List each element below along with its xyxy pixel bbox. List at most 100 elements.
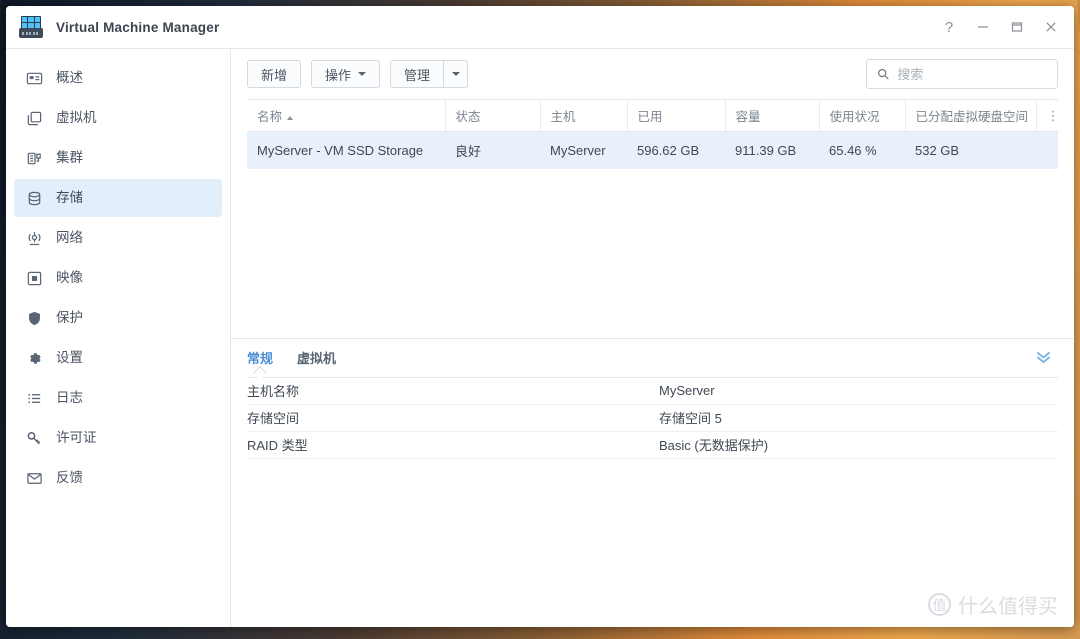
cell-name: MyServer - VM SSD Storage <box>247 132 445 170</box>
vm-icon <box>24 108 44 128</box>
double-chevron-down-icon <box>1035 351 1052 364</box>
search-icon <box>877 67 889 81</box>
column-header-capacity[interactable]: 容量 <box>725 100 819 132</box>
detail-tab-bar: 常规 虚拟机 <box>247 339 1058 377</box>
sidebar-item-protection[interactable]: 保护 <box>14 299 222 337</box>
cell-capacity: 911.39 GB <box>725 132 819 170</box>
watermark: 值 什么值得买 <box>928 590 1058 619</box>
cell-usage: 65.46 % <box>819 132 905 170</box>
sidebar: 概述 虚拟机 <box>6 49 231 627</box>
cluster-icon <box>24 148 44 168</box>
manage-split-button: 管理 <box>390 60 468 88</box>
cell-status: 良好 <box>445 132 540 170</box>
sidebar-item-storage[interactable]: 存储 <box>14 179 222 217</box>
sidebar-item-label: 概述 <box>56 71 83 85</box>
sidebar-item-image[interactable]: 映像 <box>14 259 222 297</box>
sidebar-item-feedback[interactable]: 反馈 <box>14 459 222 497</box>
sort-ascending-icon <box>287 116 293 120</box>
toolbar: 新增 操作 管理 <box>231 49 1074 99</box>
cell-allocated: 532 GB <box>905 132 1036 170</box>
detail-key: 存储空间 <box>247 408 659 427</box>
close-icon <box>1045 21 1057 33</box>
gear-icon <box>24 348 44 368</box>
column-header-used[interactable]: 已用 <box>627 100 725 132</box>
sidebar-item-license[interactable]: 许可证 <box>14 419 222 457</box>
detail-value: 存储空间 5 <box>659 408 722 427</box>
kebab-menu-icon: ⋮ <box>1047 108 1059 123</box>
image-icon <box>24 268 44 288</box>
detail-row: 存储空间 存储空间 5 <box>247 405 1058 432</box>
sidebar-item-network[interactable]: 网络 <box>14 219 222 257</box>
detail-row: RAID 类型 Basic (无数据保护) <box>247 432 1058 459</box>
detail-key: RAID 类型 <box>247 435 659 454</box>
cell-host: MyServer <box>540 132 627 170</box>
search-input[interactable] <box>897 67 1047 82</box>
minimize-icon <box>977 21 989 33</box>
tab-virtual-machine[interactable]: 虚拟机 <box>297 339 336 377</box>
action-dropdown-button[interactable]: 操作 <box>311 60 380 88</box>
sidebar-item-log[interactable]: 日志 <box>14 379 222 417</box>
detail-value: Basic (无数据保护) <box>659 435 768 454</box>
manage-button[interactable]: 管理 <box>390 60 444 88</box>
sidebar-item-label: 存储 <box>56 191 83 205</box>
help-button[interactable]: ? <box>932 12 966 42</box>
sidebar-item-cluster[interactable]: 集群 <box>14 139 222 177</box>
detail-key: 主机名称 <box>247 381 659 400</box>
watermark-text: 什么值得买 <box>958 590 1058 619</box>
minimize-button[interactable] <box>966 12 1000 42</box>
sidebar-item-label: 反馈 <box>56 471 83 485</box>
sidebar-item-label: 网络 <box>56 231 83 245</box>
network-icon <box>24 228 44 248</box>
sidebar-item-label: 虚拟机 <box>56 111 97 125</box>
server-rack-icon <box>18 14 44 40</box>
sidebar-item-overview[interactable]: 概述 <box>14 59 222 97</box>
maximize-icon <box>1011 21 1023 33</box>
detail-rows: 主机名称 MyServer 存储空间 存储空间 5 RAID 类型 Basic … <box>247 377 1058 459</box>
cell-spacer <box>1036 132 1058 170</box>
shield-icon <box>24 308 44 328</box>
sidebar-item-label: 映像 <box>56 271 83 285</box>
cell-used: 596.62 GB <box>627 132 725 170</box>
column-header-name[interactable]: 名称 <box>247 100 445 132</box>
table-empty-area <box>231 169 1074 338</box>
add-button[interactable]: 新增 <box>247 60 301 88</box>
sidebar-item-settings[interactable]: 设置 <box>14 339 222 377</box>
sidebar-item-label: 保护 <box>56 311 83 325</box>
mail-icon <box>24 468 44 488</box>
title-bar: Virtual Machine Manager ? <box>6 6 1074 48</box>
vmm-window: Virtual Machine Manager ? <box>6 6 1074 627</box>
column-header-allocated[interactable]: 已分配虚拟硬盘空间 <box>905 100 1036 132</box>
manage-dropdown-toggle[interactable] <box>444 60 468 88</box>
maximize-button[interactable] <box>1000 12 1034 42</box>
chevron-down-icon <box>358 72 366 76</box>
storage-table: 名称 状态 主机 已用 容量 使用状况 已分配虚拟硬盘空间 ⋮ <box>231 99 1074 169</box>
search-box[interactable] <box>866 59 1058 89</box>
tab-general[interactable]: 常规 <box>247 339 273 377</box>
column-header-status[interactable]: 状态 <box>445 100 540 132</box>
help-icon: ? <box>945 20 953 35</box>
chevron-down-icon <box>452 72 460 76</box>
detail-row: 主机名称 MyServer <box>247 378 1058 405</box>
storage-icon <box>24 188 44 208</box>
column-header-host[interactable]: 主机 <box>540 100 627 132</box>
sidebar-item-label: 集群 <box>56 151 83 165</box>
collapse-detail-button[interactable] <box>1029 351 1058 364</box>
sidebar-item-label: 设置 <box>56 351 83 365</box>
detail-panel: 常规 虚拟机 主机名称 MyServer 存储空 <box>231 338 1074 459</box>
column-settings-button[interactable]: ⋮ <box>1036 100 1058 132</box>
key-icon <box>24 428 44 448</box>
column-header-usage[interactable]: 使用状况 <box>819 100 905 132</box>
detail-value: MyServer <box>659 383 715 398</box>
table-header-row: 名称 状态 主机 已用 容量 使用状况 已分配虚拟硬盘空间 ⋮ <box>247 100 1058 132</box>
window-controls: ? <box>932 12 1068 42</box>
app-title: Virtual Machine Manager <box>56 20 219 35</box>
main-content: 新增 操作 管理 <box>231 49 1074 627</box>
list-icon <box>24 388 44 408</box>
sidebar-item-label: 许可证 <box>56 431 97 445</box>
table-row[interactable]: MyServer - VM SSD Storage 良好 MyServer 59… <box>247 132 1058 170</box>
overview-icon <box>24 68 44 88</box>
sidebar-item-virtual-machine[interactable]: 虚拟机 <box>14 99 222 137</box>
close-button[interactable] <box>1034 12 1068 42</box>
watermark-badge: 值 <box>928 593 951 616</box>
action-label: 操作 <box>325 65 351 84</box>
